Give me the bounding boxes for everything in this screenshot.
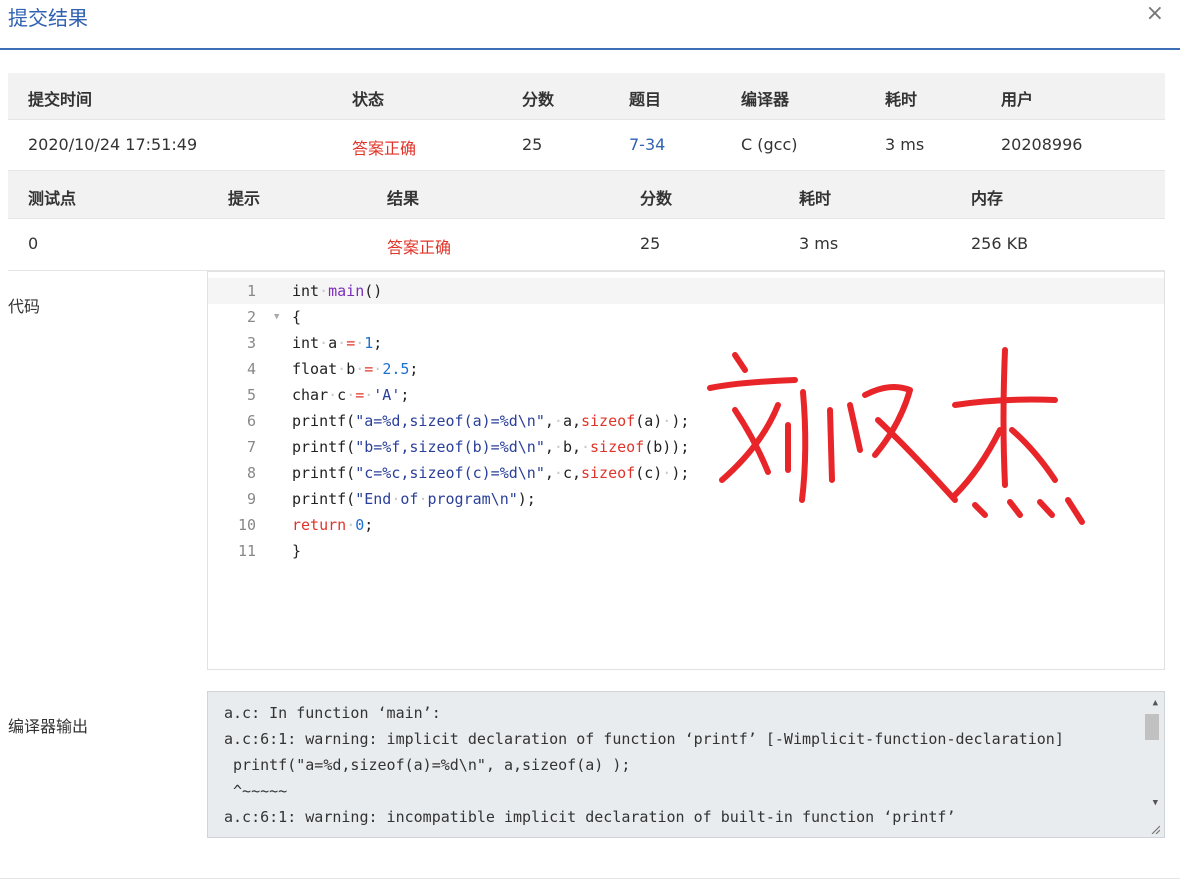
status-badge: 答案正确 bbox=[352, 139, 417, 158]
fold-arrow-icon[interactable]: ▼ bbox=[274, 304, 279, 330]
col-hint: 提示 bbox=[228, 189, 261, 208]
col-compiler: 编译器 bbox=[741, 90, 790, 109]
col-result: 结果 bbox=[387, 189, 420, 208]
line-number: 5 bbox=[246, 386, 256, 404]
scroll-up-icon[interactable]: ▲ bbox=[1153, 698, 1158, 708]
submission-table: 提交时间 状态 分数 题目 编译器 耗时 用户 2020/10/24 17:51… bbox=[8, 73, 1165, 171]
code-line: 1 int·main() bbox=[208, 278, 1164, 304]
col-user: 用户 bbox=[1001, 90, 1034, 109]
code-text: } bbox=[292, 542, 302, 560]
testcase-table: 测试点 提示 结果 分数 耗时 内存 0 答案正确 25 3 ms 256 KB bbox=[8, 171, 1165, 271]
code-text: printf("b=%f,sizeof(b)=%d\n",·b,·sizeof(… bbox=[292, 438, 690, 456]
compiler-output-label: 编译器输出 bbox=[8, 717, 89, 736]
code-text: printf("a=%d,sizeof(a)=%d\n",·a,sizeof(a… bbox=[292, 412, 690, 430]
testcase-result: 答案正确 bbox=[387, 238, 452, 257]
line-number: 2 bbox=[246, 308, 256, 326]
scrollbar-thumb[interactable] bbox=[1145, 714, 1159, 740]
dialog-title: 提交结果 bbox=[8, 6, 88, 30]
elapsed-value: 3 ms bbox=[885, 135, 925, 154]
resize-grip-icon[interactable] bbox=[1150, 824, 1160, 834]
testcase-memory: 256 KB bbox=[971, 234, 1029, 253]
dialog-header: 提交结果 × bbox=[0, 0, 1180, 50]
line-number: 3 bbox=[246, 334, 256, 352]
testcase-elapsed: 3 ms bbox=[799, 234, 839, 253]
line-number: 10 bbox=[237, 516, 256, 534]
code-text: int·a·=·1; bbox=[292, 334, 383, 352]
col-status: 状态 bbox=[352, 90, 385, 109]
line-number: 7 bbox=[246, 438, 256, 456]
code-text: { bbox=[292, 308, 302, 326]
testcase-header-row: 测试点 提示 结果 分数 耗时 内存 bbox=[8, 171, 1165, 219]
code-line: 11 } bbox=[208, 538, 1164, 564]
testcase-score: 25 bbox=[640, 234, 661, 253]
submit-time: 2020/10/24 17:51:49 bbox=[28, 135, 198, 154]
output-line: a.c:6:1: warning: incompatible implicit … bbox=[224, 808, 956, 826]
col-score: 分数 bbox=[522, 90, 555, 109]
table-row: 0 答案正确 25 3 ms 256 KB bbox=[8, 219, 1165, 271]
code-text: int·main() bbox=[292, 282, 383, 300]
handwritten-signature bbox=[707, 347, 1085, 525]
close-icon[interactable]: × bbox=[1146, 2, 1164, 26]
output-line: a.c: In function ‘main’: bbox=[224, 704, 441, 722]
line-number: 11 bbox=[237, 542, 256, 560]
submission-header-row: 提交时间 状态 分数 题目 编译器 耗时 用户 bbox=[8, 73, 1165, 120]
divider bbox=[0, 878, 1180, 879]
line-number: 6 bbox=[246, 412, 256, 430]
col-submit-time: 提交时间 bbox=[28, 90, 93, 109]
col-testcase: 测试点 bbox=[28, 189, 77, 208]
compiler-output-box[interactable]: a.c: In function ‘main’: a.c:6:1: warnin… bbox=[207, 691, 1165, 838]
code-line: 2 ▼ { bbox=[208, 304, 1164, 330]
problem-link[interactable]: 7-34 bbox=[629, 135, 665, 154]
col-elapsed: 耗时 bbox=[885, 90, 918, 109]
scroll-down-icon[interactable]: ▼ bbox=[1153, 798, 1158, 808]
code-text: printf("c=%c,sizeof(c)=%d\n",·c,sizeof(c… bbox=[292, 464, 690, 482]
output-line: a.c:6:1: warning: implicit declaration o… bbox=[224, 730, 1064, 748]
col-problem: 题目 bbox=[629, 90, 662, 109]
table-row: 2020/10/24 17:51:49 答案正确 25 7-34 C (gcc)… bbox=[8, 120, 1165, 171]
code-text: return·0; bbox=[292, 516, 374, 534]
code-text: float·b·=·2.5; bbox=[292, 360, 419, 378]
output-line: ^~~~~~ bbox=[224, 782, 288, 800]
testcase-id: 0 bbox=[28, 234, 39, 253]
code-text: printf("End·of·program\n"); bbox=[292, 490, 536, 508]
line-number: 1 bbox=[246, 282, 256, 300]
line-number: 8 bbox=[246, 464, 256, 482]
col-tc-elapsed: 耗时 bbox=[799, 189, 832, 208]
code-label: 代码 bbox=[8, 297, 41, 316]
user-value: 20208996 bbox=[1001, 135, 1083, 154]
code-text: char·c·=·'A'; bbox=[292, 386, 410, 404]
line-number: 4 bbox=[246, 360, 256, 378]
score-value: 25 bbox=[522, 135, 543, 154]
col-tc-score: 分数 bbox=[640, 189, 673, 208]
output-line: printf("a=%d,sizeof(a)=%d\n", a,sizeof(a… bbox=[224, 756, 631, 774]
col-memory: 内存 bbox=[971, 189, 1004, 208]
line-number: 9 bbox=[246, 490, 256, 508]
compiler-value: C (gcc) bbox=[741, 135, 798, 154]
